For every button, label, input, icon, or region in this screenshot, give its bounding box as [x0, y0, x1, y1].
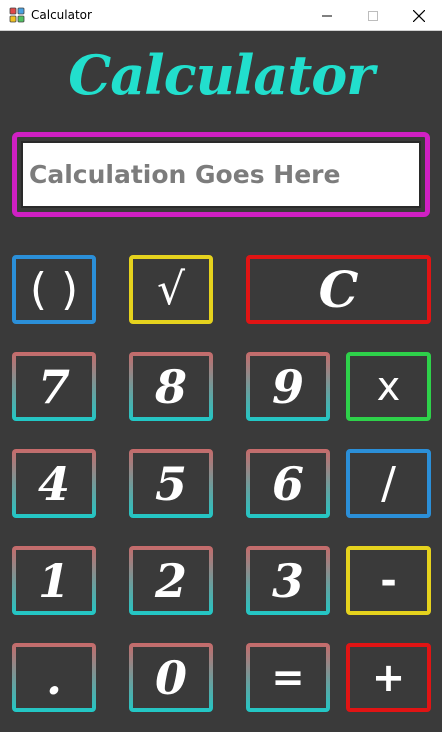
equals-button[interactable]: =: [246, 643, 330, 712]
parentheses-button[interactable]: ( ): [12, 255, 96, 324]
display-frame: Calculation Goes Here: [12, 132, 430, 217]
app-icon: [9, 7, 25, 23]
minimize-button[interactable]: [304, 0, 350, 31]
calculation-display[interactable]: Calculation Goes Here: [21, 141, 421, 208]
close-icon: [413, 9, 425, 22]
maximize-button[interactable]: [350, 0, 396, 31]
eight-button[interactable]: 8: [129, 352, 213, 421]
five-button[interactable]: 5: [129, 449, 213, 518]
sqrt-button[interactable]: √: [129, 255, 213, 324]
three-button[interactable]: 3: [246, 546, 330, 615]
maximize-icon: [368, 10, 378, 21]
title-bar: Calculator: [0, 0, 442, 31]
divide-button[interactable]: /: [346, 449, 431, 518]
multiply-button[interactable]: x: [346, 352, 431, 421]
page-title: Calculator: [68, 43, 375, 107]
nine-button[interactable]: 9: [246, 352, 330, 421]
one-button[interactable]: 1: [12, 546, 96, 615]
four-button[interactable]: 4: [12, 449, 96, 518]
minimize-icon: [322, 15, 332, 16]
seven-button[interactable]: 7: [12, 352, 96, 421]
decimal-button[interactable]: .: [12, 643, 96, 712]
six-button[interactable]: 6: [246, 449, 330, 518]
add-button[interactable]: +: [346, 643, 431, 712]
clear-button[interactable]: C: [246, 255, 431, 324]
window-title: Calculator: [31, 8, 92, 22]
close-button[interactable]: [396, 0, 442, 31]
subtract-button[interactable]: -: [346, 546, 431, 615]
zero-button[interactable]: 0: [129, 643, 213, 712]
two-button[interactable]: 2: [129, 546, 213, 615]
